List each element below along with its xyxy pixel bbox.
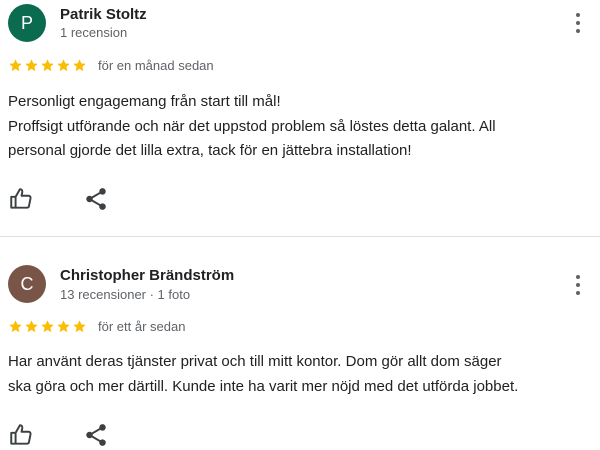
share-button[interactable] [83, 186, 109, 212]
more-options-icon[interactable] [568, 273, 588, 297]
review-time: för en månad sedan [98, 58, 214, 73]
star-icon [41, 59, 54, 72]
star-icon [57, 320, 70, 333]
share-icon [86, 424, 106, 446]
reviewer-name[interactable]: Christopher Brändström [60, 267, 234, 284]
review-text-line: Proffsigt utförande och när det uppstod … [8, 117, 496, 135]
more-options-icon[interactable] [568, 11, 588, 35]
review-text: Personligt engagemang från start till må… [8, 90, 592, 164]
share-button[interactable] [83, 422, 109, 448]
star-icon [73, 59, 86, 72]
star-icon [73, 320, 86, 333]
star-rating [8, 319, 87, 335]
reviewer-meta: 13 recensioner · 1 foto [60, 287, 191, 302]
review-text-line: personal gjorde det lilla extra, tack fö… [8, 142, 412, 159]
star-icon [25, 320, 38, 333]
review-text-line: ska göra och mer därtill. Kunde inte ha … [8, 377, 519, 395]
like-button[interactable] [8, 422, 34, 448]
review-text: Har använt deras tjänster privat och til… [8, 350, 592, 399]
star-icon [57, 59, 70, 72]
review-time: för ett år sedan [98, 319, 186, 334]
star-icon [25, 59, 38, 72]
reviewer-meta: 1 recension [60, 25, 128, 40]
avatar[interactable]: P [8, 4, 46, 42]
review-text-line: Har använt deras tjänster privat och til… [8, 353, 502, 370]
star-icon [9, 59, 22, 72]
review-text-line: Personligt engagemang från start till må… [8, 93, 281, 110]
star-icon [41, 320, 54, 333]
avatar[interactable]: C [8, 265, 46, 303]
star-icon [9, 320, 22, 333]
like-button[interactable] [8, 186, 34, 212]
review-card: P Patrik Stoltz 1 recension för en månad… [0, 0, 600, 236]
thumb-up-icon [10, 424, 32, 445]
share-icon [86, 188, 106, 210]
review-card: C Christopher Brändström 13 recensioner … [0, 237, 600, 450]
reviewer-name[interactable]: Patrik Stoltz [60, 6, 147, 23]
thumb-up-icon [10, 188, 32, 209]
star-rating [8, 58, 87, 74]
